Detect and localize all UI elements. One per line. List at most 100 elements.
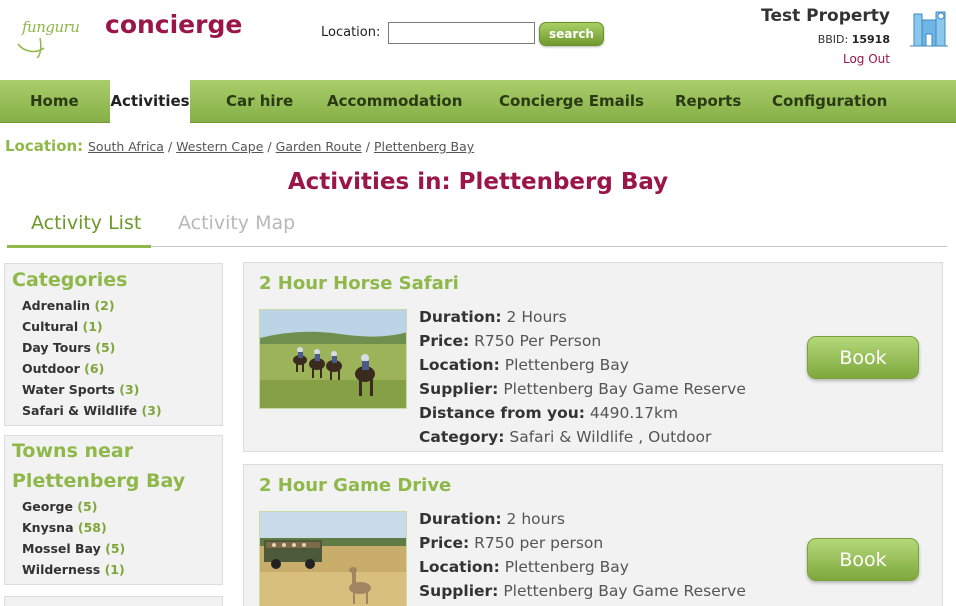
category-item[interactable]: Water Sports (3) (22, 379, 222, 400)
field-value: 4490.17km (589, 404, 679, 422)
category-name: Safari & Wildlife (22, 403, 138, 418)
town-item[interactable]: George (5) (22, 496, 222, 517)
towns-title-line2: Plettenberg Bay (12, 470, 186, 492)
field-label: Category: (419, 428, 505, 446)
town-count: (58) (77, 520, 107, 535)
book-button[interactable]: Book (807, 336, 919, 379)
category-name: Day Tours (22, 340, 91, 355)
logout-link[interactable]: Log Out (843, 52, 890, 66)
towns-list: George (5) Knysna (58) Mossel Bay (5) Wi… (5, 496, 222, 580)
town-name: George (22, 499, 73, 514)
nav-activities[interactable]: Activities (110, 80, 190, 124)
town-count: (5) (105, 541, 126, 556)
category-name: Outdoor (22, 361, 80, 376)
nav-home[interactable]: Home (30, 80, 79, 123)
category-count: (2) (94, 298, 115, 313)
category-item[interactable]: Day Tours (5) (22, 337, 222, 358)
location-field: Location: Plettenberg Bay (419, 555, 746, 579)
field-label: Location: (419, 356, 500, 374)
category-item[interactable]: Cultural (1) (22, 316, 222, 337)
town-item[interactable]: Mossel Bay (5) (22, 538, 222, 559)
field-value: R750 Per Person (474, 332, 602, 350)
duration-field: Duration: 2 hours (419, 507, 746, 531)
town-name: Wilderness (22, 562, 101, 577)
category-item[interactable]: Outdoor (6) (22, 358, 222, 379)
supplier-field: Supplier: Plettenberg Bay Game Reserve (419, 377, 746, 401)
field-label: Supplier: (419, 380, 499, 398)
field-label: Price: (419, 534, 470, 552)
field-label: Duration: (419, 510, 502, 528)
category-item[interactable]: Adrenalin (2) (22, 295, 222, 316)
nav-accommodation[interactable]: Accommodation (327, 80, 462, 123)
category-count: (3) (141, 403, 162, 418)
book-button[interactable]: Book (807, 538, 919, 581)
activity-title[interactable]: 2 Hour Horse Safari (259, 273, 459, 294)
distance-field: Distance from you: 4490.17km (419, 401, 746, 425)
location-field: Location: Plettenberg Bay (419, 353, 746, 377)
bbid-label: BBID: (817, 33, 849, 46)
field-label: Duration: (419, 308, 502, 326)
nav-reports[interactable]: Reports (675, 80, 741, 123)
breadcrumb-garden-route[interactable]: Garden Route (276, 139, 362, 154)
duration-field: Duration: 2 Hours (419, 305, 746, 329)
activity-title[interactable]: 2 Hour Game Drive (259, 475, 451, 496)
location-search-input[interactable] (388, 22, 535, 44)
breadcrumb-plettenberg-bay[interactable]: Plettenberg Bay (374, 139, 474, 154)
field-label: Distance from you: (419, 404, 585, 422)
breadcrumb: South Africa / Western Cape / Garden Route / P… (88, 139, 474, 154)
town-name: Mossel Bay (22, 541, 101, 556)
field-value: R750 per person (474, 534, 604, 552)
tab-activity-list[interactable]: Activity List (31, 212, 141, 234)
towns-title-line1: Towns near (12, 440, 134, 462)
field-value: Plettenberg Bay (504, 356, 629, 374)
categories-title: Categories (12, 269, 128, 291)
category-item[interactable]: Safari & Wildlife (3) (22, 400, 222, 421)
category-name: Cultural (22, 319, 79, 334)
breadcrumb-separator: / (167, 139, 173, 154)
nav-concierge-emails[interactable]: Concierge Emails (499, 80, 644, 123)
category-name: Adrenalin (22, 298, 91, 313)
breadcrumb-south-africa[interactable]: South Africa (88, 139, 164, 154)
category-count: (1) (82, 319, 103, 334)
field-value: 2 hours (506, 510, 565, 528)
logo-text: funguru (22, 18, 80, 36)
town-item[interactable]: Knysna (58) (22, 517, 222, 538)
location-label: Location: (321, 25, 381, 40)
categories-panel: Categories Adrenalin (2) Cultural (1) Da… (4, 263, 223, 426)
field-value: Plettenberg Bay (504, 558, 629, 576)
tab-activity-map[interactable]: Activity Map (178, 212, 295, 234)
town-count: (1) (104, 562, 125, 577)
field-value: 2 Hours (506, 308, 567, 326)
game-drive-photo[interactable] (259, 511, 407, 606)
activity-card: 2 Hour Game Drive Duration: 2 hours Pric… (243, 464, 943, 606)
next-sidebar-panel (4, 596, 223, 606)
supplier-field: Supplier: Plettenberg Bay Game Reserve (419, 579, 746, 603)
castle-mascot-icon (908, 6, 950, 52)
header: funguru concierge Location: search Test … (0, 0, 956, 80)
search-button[interactable]: search (539, 22, 604, 46)
category-count: (3) (119, 382, 140, 397)
field-label: Price: (419, 332, 470, 350)
town-item[interactable]: Wilderness (1) (22, 559, 222, 580)
field-value: Plettenberg Bay Game Reserve (503, 380, 746, 398)
field-label: Location: (419, 558, 500, 576)
bbid-value: 15918 (851, 33, 890, 46)
town-count: (5) (77, 499, 98, 514)
bbid: BBID: 15918 (818, 33, 890, 46)
nav-car-hire[interactable]: Car hire (226, 80, 293, 123)
horse-safari-photo[interactable] (259, 309, 407, 409)
activity-details: Duration: 2 hours Price: R750 per person… (419, 507, 746, 603)
nav-configuration[interactable]: Configuration (772, 80, 887, 123)
funguru-logo[interactable]: funguru (10, 8, 80, 59)
town-name: Knysna (22, 520, 74, 535)
field-value: Safari & Wildlife , Outdoor (509, 428, 712, 446)
breadcrumb-separator: / (365, 139, 370, 154)
breadcrumb-western-cape[interactable]: Western Cape (176, 139, 263, 154)
category-name: Water Sports (22, 382, 115, 397)
breadcrumb-label: Location: (5, 137, 84, 155)
price-field: Price: R750 Per Person (419, 329, 746, 353)
price-field: Price: R750 per person (419, 531, 746, 555)
category-count: (6) (84, 361, 105, 376)
main-nav: Home Activities Car hire Accommodation C… (0, 80, 956, 124)
activity-details: Duration: 2 Hours Price: R750 Per Person… (419, 305, 746, 449)
